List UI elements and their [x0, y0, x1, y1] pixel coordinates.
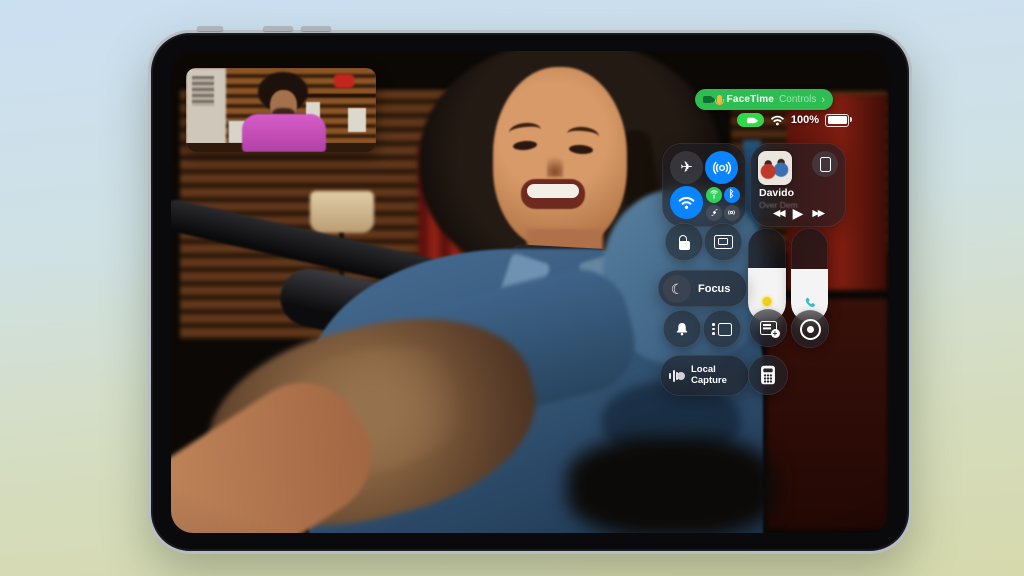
bell-icon	[674, 321, 690, 337]
record-icon	[800, 319, 821, 340]
facetime-app-name: FaceTime	[727, 94, 775, 105]
audio-output-button[interactable]	[812, 151, 838, 177]
focus-label: Focus	[698, 283, 730, 295]
mic-icon	[717, 95, 722, 104]
wifi-icon	[677, 195, 696, 210]
pip-speaker-box	[348, 108, 366, 132]
lock-icon	[679, 241, 690, 250]
satellite-icon	[710, 208, 719, 217]
airdrop-button[interactable]	[705, 151, 738, 184]
wifi-icon	[770, 114, 785, 126]
screen-mirroring-button[interactable]	[704, 223, 742, 261]
rewind-button[interactable]: ◀◀	[773, 208, 784, 219]
screen-mirroring-icon	[714, 235, 733, 249]
wifi-button[interactable]	[670, 186, 703, 219]
personal-hotspot-icon	[727, 208, 736, 217]
airdrop-icon	[713, 159, 731, 177]
bluetooth-icon: ᛒ	[729, 190, 735, 200]
battery-icon	[825, 114, 849, 127]
rotation-lock-button[interactable]	[665, 223, 703, 261]
plus-badge-icon: +	[771, 329, 780, 338]
local-capture-label: Local Capture	[691, 365, 735, 386]
video-icon	[703, 96, 712, 103]
airplane-icon: ✈	[680, 160, 693, 175]
calculator-icon	[760, 365, 776, 385]
moon-circle: ☾	[663, 275, 691, 303]
now-playing-artist: Davido	[759, 187, 794, 199]
page: { "background": { "sky_top": "#cbdff2", …	[0, 0, 1024, 576]
personal-hotspot-button[interactable]	[724, 205, 740, 221]
cellular-icon	[709, 190, 719, 200]
cellular-data-button[interactable]	[706, 187, 722, 203]
facetime-controls-label: Controls	[779, 94, 816, 105]
man-pink-hoodie	[242, 114, 326, 152]
local-capture-icon	[669, 368, 685, 384]
brightness-sun-icon	[763, 297, 772, 306]
album-art	[758, 151, 792, 185]
satellite-button[interactable]	[706, 205, 722, 221]
moon-icon: ☾	[671, 282, 684, 296]
facetime-controls-pill[interactable]: FaceTime Controls ›	[695, 89, 833, 110]
connectivity-module: ✈ ᛒ	[662, 143, 746, 227]
stage-manager-icon	[712, 323, 732, 335]
ipad-device: FaceTime Controls › 100% ✈	[148, 30, 912, 554]
airplane-mode-button[interactable]: ✈	[670, 151, 703, 184]
pip-red-object	[334, 74, 354, 88]
bluetooth-button[interactable]: ᛒ	[724, 187, 740, 203]
power-button[interactable]	[197, 26, 223, 31]
volume-down-button[interactable]	[301, 26, 331, 31]
tablet-icon	[820, 157, 831, 172]
quick-note-icon: +	[760, 321, 777, 335]
fast-forward-button[interactable]: ▶▶	[812, 208, 823, 219]
quick-note-button[interactable]: +	[749, 309, 787, 347]
focus-button[interactable]: ☾ Focus	[658, 270, 747, 307]
silent-mode-button[interactable]	[663, 310, 701, 348]
pip-posters	[192, 76, 214, 106]
phone-icon	[803, 296, 817, 310]
now-playing-module[interactable]: Davido Over Dem ◀◀ ▶ ▶▶	[750, 143, 846, 227]
screen-record-button[interactable]	[791, 310, 829, 348]
play-button[interactable]: ▶	[793, 205, 804, 222]
local-capture-button[interactable]: Local Capture	[660, 355, 749, 396]
video-active-indicator	[737, 113, 764, 127]
status-bar: 100%	[737, 111, 849, 129]
stage-manager-button[interactable]	[703, 310, 741, 348]
ipad-screen: FaceTime Controls › 100% ✈	[171, 51, 889, 533]
transport-controls: ◀◀ ▶ ▶▶	[750, 205, 846, 222]
pip-remote-video[interactable]	[186, 68, 376, 152]
battery-percent: 100%	[791, 114, 819, 126]
brightness-slider[interactable]	[748, 228, 786, 322]
volume-slider[interactable]	[791, 228, 828, 322]
chevron-right-icon: ›	[821, 94, 825, 106]
volume-up-button[interactable]	[263, 26, 293, 31]
calculator-button[interactable]	[748, 355, 788, 395]
camera-icon	[747, 117, 755, 123]
